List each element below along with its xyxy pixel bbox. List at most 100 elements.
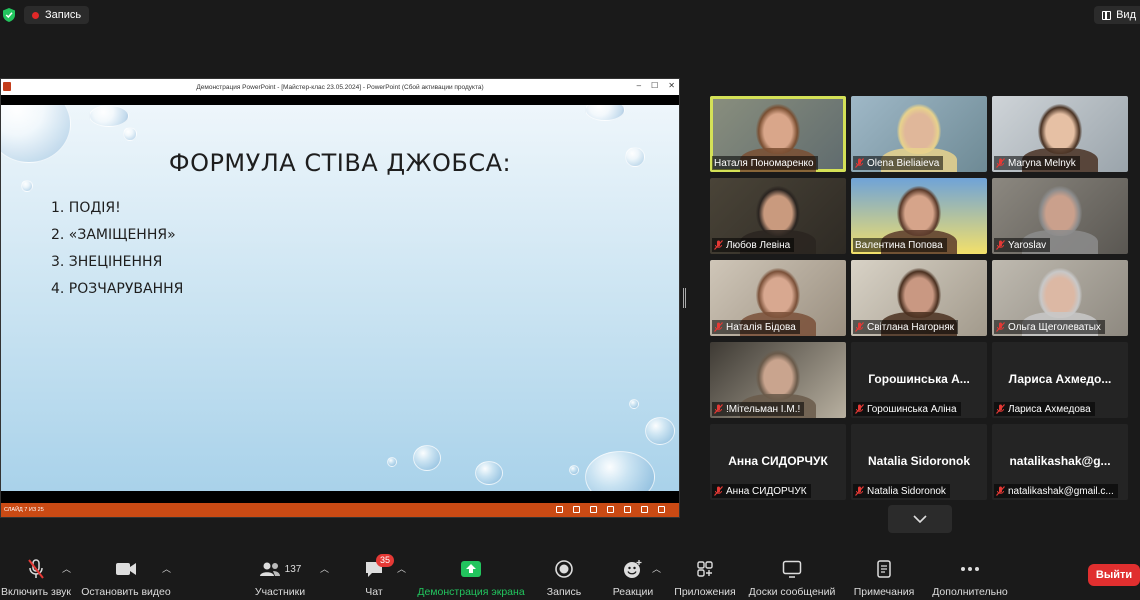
participant-tile[interactable]: Любов Левіна: [710, 178, 846, 254]
leave-button[interactable]: Выйти: [1088, 564, 1140, 586]
slideshow-icon: [641, 506, 648, 513]
muted-mic-icon: [996, 158, 1005, 168]
slide-icon: [607, 506, 614, 513]
participant-display-name: Natalia Sidoronok: [867, 454, 971, 468]
video-options-caret-icon[interactable]: ︿: [162, 562, 171, 575]
participants-options-caret-icon[interactable]: ︿: [320, 562, 329, 575]
participant-display-name: Лариса Ахмедо...: [1008, 372, 1112, 386]
muted-mic-icon: [714, 240, 723, 250]
participant-display-name: Горошинська А...: [868, 372, 970, 386]
window-controls: – ☐ ✕: [637, 81, 675, 90]
participant-name-label: Наталія Бідова: [712, 320, 800, 334]
slide-list-item: 3. ЗНЕЦІНЕННЯ: [51, 254, 163, 270]
participant-name: Анна СИДОРЧУК: [726, 485, 807, 497]
participant-tile[interactable]: Анна СИДОРЧУК Анна СИДОРЧУК: [710, 424, 846, 500]
participant-tile[interactable]: Maryna Melnyk: [992, 96, 1128, 172]
view-label: Вид: [1116, 9, 1136, 21]
resize-handle[interactable]: [683, 288, 686, 308]
muted-mic-icon: [996, 404, 1005, 414]
participant-tile[interactable]: natalikashak@g... natalikashak@gmail.c...: [992, 424, 1128, 500]
participant-name: Natalia Sidoronok: [867, 485, 946, 497]
meeting-toolbar: Включить звук ︿ Остановить видео ︿ 137 У…: [0, 548, 1140, 600]
close-icon: ✕: [668, 81, 675, 90]
muted-mic-icon: [996, 486, 1005, 496]
slide-title: ФОРМУЛА СТІВА ДЖОБСА:: [168, 149, 512, 177]
participant-tile[interactable]: Olena Bieliaieva: [851, 96, 987, 172]
more-button[interactable]: Дополнительно: [928, 548, 1012, 600]
powerpoint-status-bar: СЛАЙД 7 ИЗ 25: [1, 503, 679, 517]
record-label: Запись: [546, 586, 582, 598]
participant-tile[interactable]: Лариса Ахмедо... Лариса Ахмедова: [992, 342, 1128, 418]
participant-video-frame: [756, 350, 800, 400]
participant-name: Валентина Попова: [855, 239, 943, 251]
share-screen-label: Демонстрация экрана: [417, 586, 525, 598]
participant-name-label: Горошинська Аліна: [853, 402, 961, 416]
participant-tile[interactable]: Yaroslav: [992, 178, 1128, 254]
participant-display-name: natalikashak@g...: [1009, 454, 1111, 468]
pen-icon: [556, 506, 563, 513]
participant-name-label: !Мітельман І.М.!: [712, 402, 805, 416]
chat-unread-badge: 35: [376, 554, 395, 567]
stop-video-button[interactable]: Остановить видео: [80, 548, 172, 600]
water-drop: [21, 180, 33, 192]
participant-tile[interactable]: Горошинська А... Горошинська Аліна: [851, 342, 987, 418]
grid-icon: [590, 506, 597, 513]
whiteboards-button[interactable]: Доски сообщений: [744, 548, 840, 600]
participant-name: !Мітельман І.М.!: [726, 403, 801, 415]
participants-button[interactable]: 137 Участники: [248, 548, 312, 600]
chat-options-caret-icon[interactable]: ︿: [397, 562, 406, 575]
muted-mic-icon: [855, 158, 864, 168]
water-drop: [645, 417, 675, 445]
participant-name: Ольга Щеголеватых: [1008, 321, 1101, 333]
top-bar: Запись Вид: [0, 0, 1140, 30]
participant-name-label: Любов Левіна: [712, 238, 795, 252]
reactions-emoji-icon: [624, 560, 642, 578]
powerpoint-icon: [3, 82, 11, 91]
participant-video-frame: [756, 186, 800, 236]
participant-display-name: Анна СИДОРЧУК: [728, 454, 828, 468]
record-button[interactable]: Запись: [540, 548, 588, 600]
audio-options-caret-icon[interactable]: ︿: [62, 562, 71, 575]
participant-tile[interactable]: Natalia Sidoronok Natalia Sidoronok: [851, 424, 987, 500]
participant-name: Світлана Нагорняк: [867, 321, 955, 333]
apps-button[interactable]: Приложения: [670, 548, 740, 600]
recording-dot-icon: [32, 11, 39, 19]
record-icon: [555, 560, 573, 578]
notes-label: Примечания: [853, 586, 915, 598]
notes-button[interactable]: Примечания: [850, 548, 918, 600]
participant-video-frame: [756, 104, 800, 154]
chat-button[interactable]: 35 Чат: [352, 548, 396, 600]
view-button[interactable]: Вид: [1094, 6, 1140, 24]
reactions-button[interactable]: Реакции: [608, 548, 658, 600]
participant-video-frame: [897, 268, 941, 318]
more-label: Дополнительно: [932, 586, 1008, 598]
more-dots-icon: [961, 567, 979, 571]
participant-tile[interactable]: Наталія Бідова: [710, 260, 846, 336]
water-drop: [89, 105, 129, 127]
participant-video-frame: [897, 104, 941, 154]
reactions-label: Реакции: [612, 586, 654, 598]
participant-tile[interactable]: Наталя Пономаренко: [710, 96, 846, 172]
maximize-icon: ☐: [651, 81, 659, 90]
participant-tile[interactable]: Ольга Щеголеватых: [992, 260, 1128, 336]
presentation-slide: ФОРМУЛА СТІВА ДЖОБСА: 1. ПОДІЯ! 2. «ЗАМІ…: [1, 105, 679, 491]
participant-video-frame: [1038, 268, 1082, 318]
participant-video-frame: [1038, 104, 1082, 154]
zoom-icon: [658, 506, 665, 513]
gallery-next-page-button[interactable]: [888, 505, 952, 533]
participant-tile[interactable]: Валентина Попова: [851, 178, 987, 254]
participant-tile[interactable]: !Мітельман І.М.!: [710, 342, 846, 418]
water-drop: [629, 399, 639, 409]
unmute-label: Включить звук: [0, 586, 72, 598]
slide-list-item: 2. «ЗАМІЩЕННЯ»: [51, 227, 176, 243]
participant-name-label: Olena Bieliaieva: [853, 156, 944, 170]
participant-video-frame: [756, 268, 800, 318]
muted-mic-icon: [855, 404, 864, 414]
reactions-options-caret-icon[interactable]: ︿: [652, 562, 661, 575]
slide-list: 1. ПОДІЯ! 2. «ЗАМІЩЕННЯ» 3. ЗНЕЦІНЕННЯ 4…: [51, 200, 183, 308]
recording-indicator[interactable]: Запись: [24, 6, 90, 24]
participant-tile[interactable]: Світлана Нагорняк: [851, 260, 987, 336]
security-shield-icon[interactable]: [3, 8, 15, 22]
share-screen-button[interactable]: Демонстрация экрана: [417, 548, 525, 600]
whiteboard-icon: [782, 560, 802, 578]
